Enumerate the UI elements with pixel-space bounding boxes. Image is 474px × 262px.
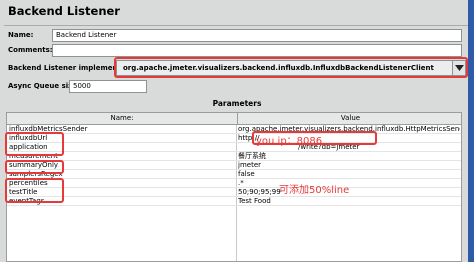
name-input[interactable]: Backend Listener <box>52 29 462 42</box>
param-value[interactable]: 餐厅系统 <box>238 152 460 161</box>
queue-size-label: Async Queue size <box>8 82 77 90</box>
column-header-value[interactable]: Value <box>237 113 461 124</box>
table-row[interactable]: percentiles .* <box>7 179 461 188</box>
panel-title: Backend Listener <box>8 4 120 18</box>
table-row[interactable]: influxdbMetricsSender org.apache.jmeter.… <box>7 125 461 134</box>
parameters-table: Name: Value influxdbMetricsSender org.ap… <box>6 112 462 262</box>
right-edge-strip <box>468 0 474 262</box>
table-row[interactable]: eventTags Test Food <box>7 197 461 206</box>
table-header: Name: Value <box>7 113 461 125</box>
comments-label: Comments: <box>8 46 53 54</box>
table-row[interactable]: samplersRegex false <box>7 170 461 179</box>
table-row[interactable]: measurement 餐厅系统 <box>7 152 461 161</box>
ip-annotation: you ip：8086 <box>256 136 323 147</box>
percentiles-testtitle-highlight-box <box>5 178 64 203</box>
table-row[interactable]: influxdbUrl http:// <box>7 134 461 143</box>
parameters-title: Parameters <box>212 99 262 108</box>
param-value[interactable]: Test Food <box>238 197 460 206</box>
percentile-annotation: 可添加50%line <box>279 185 350 196</box>
url-application-highlight-box <box>5 132 64 156</box>
title-divider <box>4 25 468 26</box>
summaryonly-highlight-box <box>5 160 64 174</box>
table-row[interactable]: summaryOnly jmeter <box>7 161 461 170</box>
comments-input[interactable] <box>52 44 462 57</box>
implementation-highlight-box <box>114 57 468 78</box>
column-header-name[interactable]: Name: <box>7 114 237 122</box>
table-row[interactable]: application /write?db=jmeter <box>7 143 461 152</box>
table-row[interactable]: testTitle 50;90;95;99 <box>7 188 461 197</box>
param-value[interactable]: jmeter <box>238 161 460 170</box>
queue-size-input[interactable]: 5000 <box>69 80 147 93</box>
name-label: Name: <box>8 31 34 39</box>
param-value[interactable]: false <box>238 170 460 179</box>
